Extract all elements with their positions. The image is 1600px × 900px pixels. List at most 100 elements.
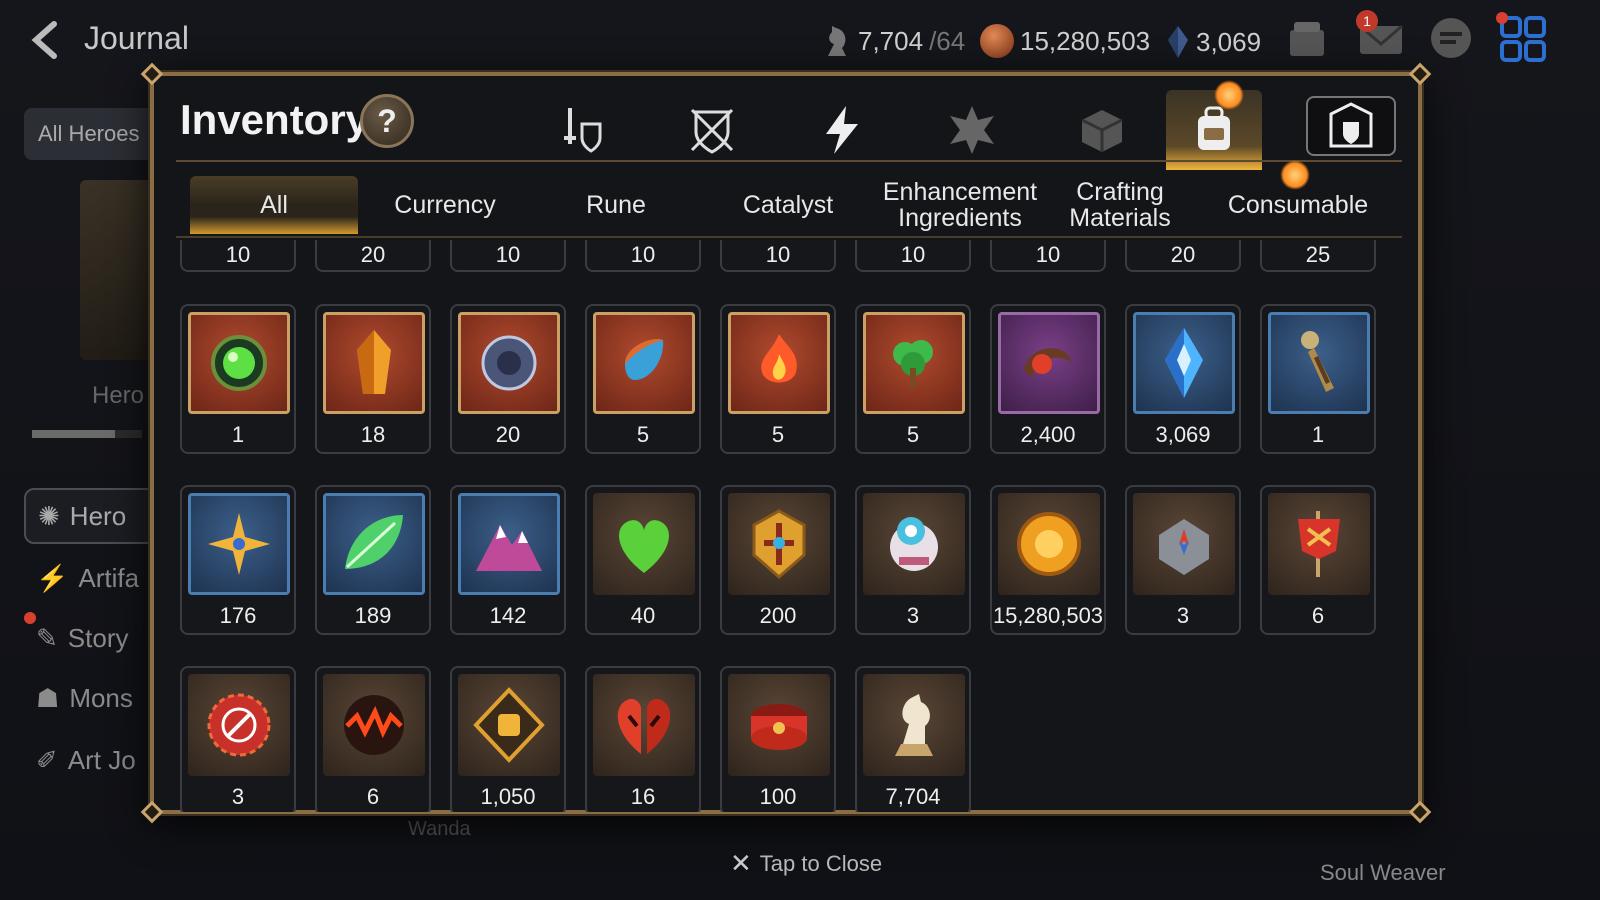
tab-rune[interactable]: Rune xyxy=(546,176,686,234)
top-bar: Journal 7,704/64 15,280,503 3,069 1 xyxy=(0,0,1600,80)
inventory-slot[interactable]: 3 xyxy=(1125,485,1241,635)
artifact-icon: ⚡ xyxy=(36,562,69,593)
stone-compass-icon xyxy=(1133,493,1235,595)
resource-crystal: 3,069 xyxy=(1166,24,1261,60)
inventory-slot[interactable]: 3 xyxy=(855,485,971,635)
inventory-slot[interactable]: 142 xyxy=(450,485,566,635)
mail-badge: 1 xyxy=(1356,10,1378,32)
inventory-slot[interactable]: 2,400 xyxy=(990,304,1106,454)
item-quantity: 40 xyxy=(630,603,656,628)
close-icon: ✕ xyxy=(730,848,752,878)
inventory-slot[interactable]: 100 xyxy=(720,666,836,812)
hero-name-label: Wanda xyxy=(408,818,471,840)
inventory-tabs: All Currency Rune Catalyst Enhancement I… xyxy=(190,176,1386,234)
inventory-slot[interactable]: 3,069 xyxy=(1125,304,1241,454)
category-box[interactable] xyxy=(1054,90,1150,170)
tap-to-close[interactable]: ✕ Tap to Close xyxy=(730,848,882,879)
inventory-slot[interactable]: 20 xyxy=(1125,240,1241,272)
inventory-slot[interactable]: 10 xyxy=(720,240,836,272)
category-material[interactable] xyxy=(924,90,1020,170)
item-quantity: 6 xyxy=(1311,603,1325,628)
inventory-slot[interactable]: 10 xyxy=(855,240,971,272)
tab-all[interactable]: All xyxy=(190,176,358,234)
item-quantity: 6 xyxy=(366,784,380,809)
inventory-slot[interactable]: 200 xyxy=(720,485,836,635)
inventory-slot[interactable]: 6 xyxy=(1260,485,1376,635)
star-pendant-icon xyxy=(188,493,290,595)
item-quantity: 1 xyxy=(1311,422,1325,447)
hero-label: Hero xyxy=(92,382,145,409)
inventory-slot[interactable]: 15,280,503 xyxy=(990,485,1106,635)
category-gear[interactable] xyxy=(664,90,760,170)
inventory-slot[interactable]: 20 xyxy=(315,240,431,272)
rune-ring-icon xyxy=(458,312,560,414)
inventory-slot[interactable]: 20 xyxy=(450,304,566,454)
inventory-slot[interactable]: 1,050 xyxy=(450,666,566,812)
gold-emblem-icon xyxy=(728,493,830,595)
tab-crafting-materials[interactable]: Crafting Materials xyxy=(1060,176,1180,234)
tab-enhancement-ingredients[interactable]: Enhancement Ingredients xyxy=(880,176,1040,234)
item-quantity: 25 xyxy=(1305,242,1331,267)
inventory-slot[interactable]: 189 xyxy=(315,485,431,635)
item-quantity: 5 xyxy=(636,422,650,447)
inventory-slot[interactable]: 5 xyxy=(585,304,701,454)
backpack-icon xyxy=(1198,106,1230,150)
resource-cap: /64 xyxy=(929,25,966,56)
category-artifact[interactable] xyxy=(794,90,890,170)
inventory-slot[interactable]: 18 xyxy=(315,304,431,454)
inventory-slot[interactable]: 10 xyxy=(180,240,296,272)
story-icon: ✎ xyxy=(36,622,58,653)
monster-icon: ☗ xyxy=(36,682,60,713)
flame-crystal-icon xyxy=(323,312,425,414)
item-quantity: 20 xyxy=(1170,242,1196,267)
category-bag[interactable] xyxy=(1166,90,1262,170)
inventory-slot[interactable]: 5 xyxy=(720,304,836,454)
menu-notification-dot xyxy=(1496,12,1508,24)
art-icon: ✐ xyxy=(36,744,58,775)
help-button[interactable]: ? xyxy=(360,94,414,148)
tap-to-close-label: Tap to Close xyxy=(759,850,883,876)
crest-icon xyxy=(950,106,994,154)
gold-coin-icon xyxy=(980,24,1014,58)
inventory-slot[interactable]: 7,704 xyxy=(855,666,971,812)
tab-currency[interactable]: Currency xyxy=(370,176,520,234)
inventory-slot[interactable]: 16 xyxy=(585,666,701,812)
castle-shield-icon xyxy=(1329,102,1373,148)
tabs-divider xyxy=(176,236,1402,238)
water-drop-pendant-icon xyxy=(593,312,695,414)
split-heart-icon xyxy=(593,674,695,776)
inventory-slot[interactable]: 5 xyxy=(855,304,971,454)
inventory-slot[interactable]: 25 xyxy=(1260,240,1376,272)
inventory-slot[interactable]: 10 xyxy=(450,240,566,272)
inventory-slot[interactable]: 1 xyxy=(1260,304,1376,454)
chat-icon[interactable] xyxy=(1426,14,1476,64)
inventory-slot[interactable]: 3 xyxy=(180,666,296,812)
fist-emblem-icon xyxy=(458,674,560,776)
category-equipment[interactable] xyxy=(534,90,630,170)
orb-robot-icon xyxy=(863,493,965,595)
header-divider xyxy=(176,160,1402,162)
resource-horse: 7,704/64 xyxy=(822,24,965,58)
horse-piece-icon xyxy=(863,674,965,776)
tree-pendant-icon xyxy=(863,312,965,414)
shop-icon[interactable] xyxy=(1282,14,1332,64)
inventory-slot[interactable]: 10 xyxy=(585,240,701,272)
category-storage[interactable] xyxy=(1306,96,1396,156)
sidebar-item-label: Artifa xyxy=(78,562,140,593)
inventory-grid: 10 20 10 10 10 10 10 20 25 1 18 20 5 5 5 2,400 3,069 1 176… xyxy=(180,240,1394,812)
item-quantity: 1 xyxy=(231,422,245,447)
inventory-slot[interactable]: 40 xyxy=(585,485,701,635)
inventory-slot[interactable]: 6 xyxy=(315,666,431,812)
inventory-slot[interactable]: 1 xyxy=(180,304,296,454)
hero-card[interactable] xyxy=(80,180,160,360)
item-quantity: 20 xyxy=(495,422,521,447)
inventory-slot[interactable]: 176 xyxy=(180,485,296,635)
sidebar-item-label: Mons xyxy=(69,682,133,713)
hero-icon: ✺ xyxy=(38,500,60,531)
tab-catalyst[interactable]: Catalyst xyxy=(714,176,862,234)
back-arrow-icon[interactable] xyxy=(26,20,66,60)
inventory-slot[interactable]: 10 xyxy=(990,240,1106,272)
heart-icon xyxy=(593,493,695,595)
crystal-icon xyxy=(1168,26,1188,58)
lightning-icon xyxy=(826,106,858,154)
